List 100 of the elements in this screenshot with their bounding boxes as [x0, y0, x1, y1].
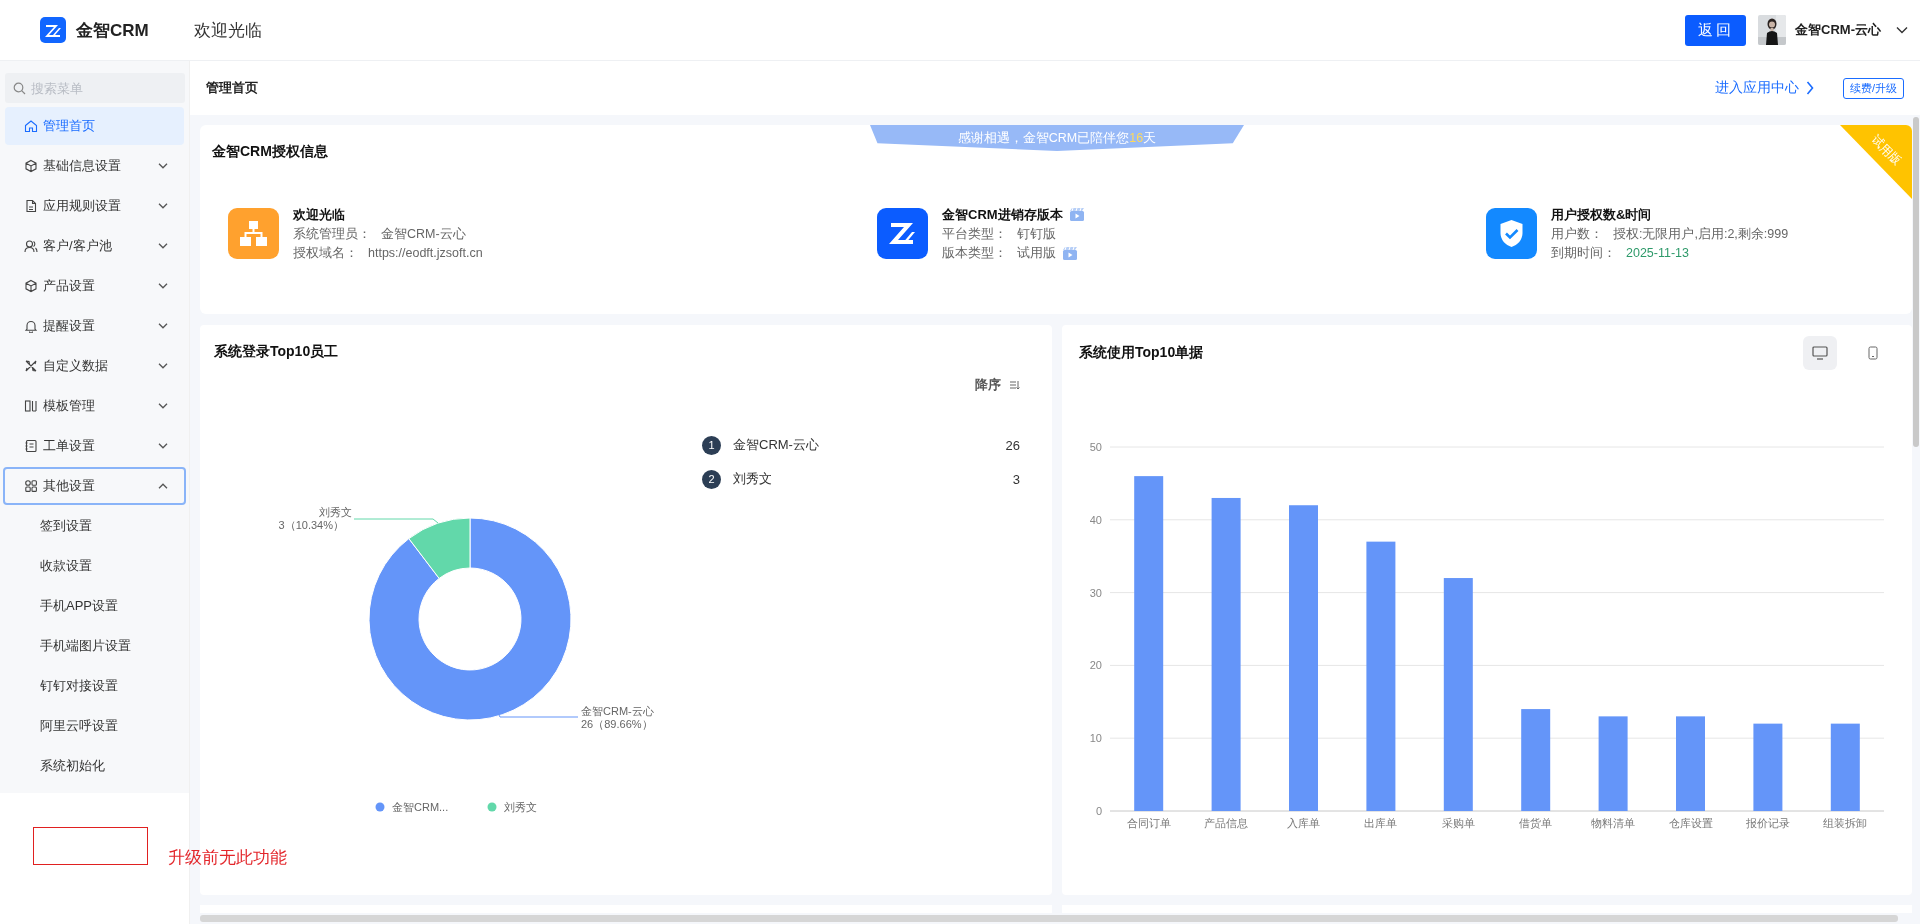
axis-tick-label: 40 — [1089, 513, 1102, 526]
info-value: 金智CRM-云心 — [381, 225, 466, 243]
monitor-icon — [1812, 345, 1828, 360]
axis-category-label: 采购单 — [1441, 817, 1475, 829]
sidebar-item[interactable]: 产品设置 — [5, 267, 184, 305]
menu-label: 产品设置 — [43, 277, 96, 295]
home-icon — [24, 119, 38, 133]
axis-category-label: 物料清单 — [1591, 817, 1636, 829]
axis-category-label: 产品信息 — [1204, 817, 1249, 829]
search-icon — [13, 82, 26, 95]
slice-value: 3（10.34%） — [278, 519, 344, 531]
info-value: 试用版 — [1017, 244, 1056, 262]
banner-text: 感谢相遇，金智CRM已陪伴您16天 — [957, 130, 1157, 146]
user-icon — [24, 239, 38, 253]
legend-dot — [487, 802, 497, 812]
info-title: 金智CRM进销存版本 — [942, 205, 1063, 224]
chevron-right-icon — [1805, 81, 1814, 95]
scrollbar[interactable] — [1913, 117, 1919, 447]
sidebar-item[interactable]: 应用规则设置 — [5, 187, 184, 225]
rank-badge: 1 — [702, 435, 721, 455]
sort-icon — [1009, 380, 1020, 390]
info-title: 用户授权数&时间 — [1551, 205, 1652, 224]
bell-icon — [24, 319, 38, 333]
info-label: 用户数： — [1551, 225, 1603, 243]
sidebar-item[interactable]: 自定义数据 — [5, 347, 184, 385]
axis-category-label: 出库单 — [1364, 817, 1398, 829]
submenu-item[interactable]: 手机APP设置 — [5, 587, 184, 625]
scrollbar[interactable] — [200, 915, 1898, 922]
sidebar-item[interactable]: 基础信息设置 — [5, 147, 184, 185]
sidebar-item[interactable]: 客户/客户池 — [5, 227, 184, 265]
chart-title: 系统使用Top10单据 — [1079, 343, 1205, 362]
layout-icon — [24, 399, 38, 413]
page-title: 管理首页 — [206, 79, 258, 97]
menu-label: 工单设置 — [43, 437, 96, 455]
cube-icon — [24, 279, 38, 293]
app-center-link[interactable]: 进入应用中心 — [1714, 79, 1799, 97]
rank-badge: 2 — [702, 469, 721, 489]
phone-icon — [1868, 345, 1878, 360]
sidebar-item[interactable]: 工单设置 — [5, 427, 184, 465]
renew-button[interactable]: 续费/升级 — [1842, 77, 1904, 99]
axis-tick-label: 10 — [1089, 732, 1102, 745]
menu-label: 其他设置 — [43, 477, 96, 495]
logo-icon — [877, 208, 928, 259]
sort-label[interactable]: 降序 — [975, 376, 1001, 394]
login-count: 26 — [1005, 437, 1020, 453]
ribbon-text: 试用版 — [1867, 131, 1906, 170]
axis-category-label: 入库单 — [1287, 817, 1320, 829]
user-name[interactable]: 金智CRM-云心 — [1795, 21, 1881, 39]
video-icon — [1062, 245, 1078, 261]
sidebar-item[interactable]: 管理首页 — [5, 107, 184, 145]
sidebar-item[interactable]: 其他设置 — [3, 467, 186, 505]
axis-category-label: 借货单 — [1519, 817, 1553, 829]
annotation-text: 升级前无此功能 — [168, 847, 287, 869]
axis-tick-label: 0 — [1095, 805, 1102, 817]
card-title: 金智CRM授权信息 — [212, 143, 328, 161]
info-label: 授权域名： — [293, 244, 358, 262]
info-value: 2025-11-13 — [1626, 246, 1689, 260]
axis-category-label: 报价记录 — [1745, 817, 1790, 829]
submenu-item[interactable]: 系统初始化 — [5, 747, 184, 785]
greeting: 欢迎光临 — [193, 19, 262, 42]
back-button[interactable]: 返回 — [1685, 14, 1747, 46]
info-label: 到期时间： — [1551, 244, 1616, 262]
info-label: 版本类型： — [942, 244, 1007, 262]
slice-label: 金智CRM-云心 — [581, 705, 654, 717]
info-value: 授权:无限用户,启用:2,剩余:999 — [1613, 225, 1789, 243]
org-chart-icon — [228, 208, 279, 259]
axis-tick-label: 30 — [1089, 586, 1102, 599]
legend-label[interactable]: 刘秀文 — [504, 801, 537, 813]
slice-value: 26（89.66%） — [581, 718, 653, 730]
menu-label: 提醒设置 — [43, 317, 96, 335]
submenu-item[interactable]: 阿里云呼设置 — [5, 707, 184, 745]
info-value: 钉钉版 — [1017, 225, 1056, 243]
submenu-item[interactable]: 钉钉对接设置 — [5, 667, 184, 705]
axis-category-label: 仓库设置 — [1668, 817, 1713, 829]
desktop-view-button[interactable] — [1803, 335, 1837, 370]
sidebar-item[interactable]: 提醒设置 — [5, 307, 184, 345]
info-value: https://eodft.jzsoft.cn — [368, 246, 483, 260]
grid-icon — [24, 479, 38, 493]
axis-category-label: 组装拆卸 — [1823, 817, 1868, 829]
logo-icon — [40, 17, 66, 43]
menu-label: 模板管理 — [43, 397, 96, 415]
employee-name: 刘秀文 — [733, 470, 773, 488]
submenu-item[interactable]: 签到设置 — [5, 507, 184, 545]
notebook-icon — [24, 439, 38, 453]
login-count: 3 — [1012, 471, 1020, 487]
info-title: 欢迎光临 — [293, 205, 345, 224]
logo-text: 金智CRM — [76, 19, 149, 42]
tools-icon — [24, 359, 38, 373]
axis-category-label: 合同订单 — [1126, 817, 1171, 829]
info-label: 平台类型： — [942, 225, 1007, 243]
shield-check-icon — [1486, 208, 1537, 259]
employee-name: 金智CRM-云心 — [733, 436, 820, 454]
document-icon — [24, 199, 38, 213]
slice-label: 刘秀文 — [319, 506, 352, 518]
video-icon — [1068, 207, 1085, 222]
submenu-item[interactable]: 手机端图片设置 — [5, 627, 184, 665]
legend-dot — [375, 802, 385, 812]
sidebar-item[interactable]: 模板管理 — [5, 387, 184, 425]
submenu-item[interactable]: 收款设置 — [5, 547, 184, 585]
legend-label[interactable]: 金智CRM... — [392, 801, 449, 813]
